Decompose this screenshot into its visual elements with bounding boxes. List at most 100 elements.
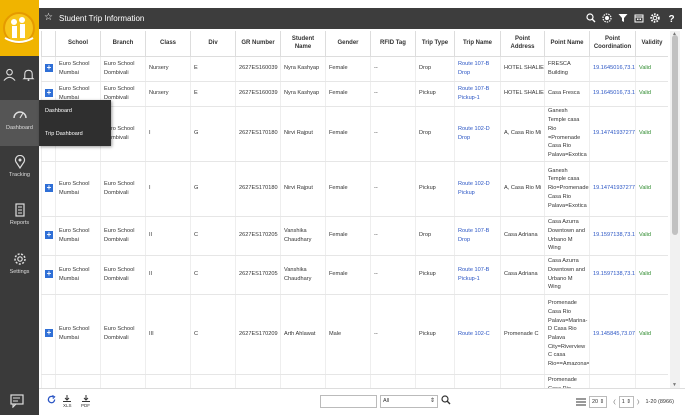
cell-coord: 19.1645016,73.11: [589, 56, 636, 82]
expand-row-icon[interactable]: +: [45, 88, 53, 97]
sidebar-item-label: Reports: [9, 220, 30, 226]
sidebar-item-settings[interactable]: Settings: [0, 252, 39, 288]
cell-class: Nursery: [145, 56, 191, 82]
feedback-icon[interactable]: [10, 394, 24, 410]
cell-branch: Euro School Dombivali: [100, 294, 146, 375]
cell-trip-name[interactable]: Route 102-D Drop: [454, 106, 501, 162]
title-bar: ☆ Student Trip Information ?: [39, 8, 682, 29]
column-header[interactable]: Validity: [635, 31, 668, 57]
prev-page-button[interactable]: 〈: [610, 398, 616, 406]
cell-school: Euro School Mumbai: [55, 294, 101, 375]
table-row[interactable]: +Euro School MumbaiEuro School Dombivali…: [41, 106, 668, 162]
cell-student: Nirvi Rajput: [280, 161, 326, 217]
cell-address: HOTEL SHALIE: [500, 56, 545, 82]
table-row[interactable]: +Euro School MumbaiEuro School Dombivali…: [41, 294, 668, 375]
column-header[interactable]: Trip Name: [454, 31, 501, 57]
cell-rfid: [370, 374, 416, 388]
gear-icon[interactable]: [650, 13, 660, 23]
search-button[interactable]: [441, 395, 451, 407]
next-page-button[interactable]: 〉: [637, 398, 643, 406]
column-header[interactable]: Student Name: [280, 31, 326, 57]
sidebar-item-reports[interactable]: Reports: [0, 203, 39, 239]
settings-cog-icon[interactable]: [602, 13, 612, 23]
cell-trip-name[interactable]: Route 102-C: [454, 294, 501, 375]
cell-rfid: --: [370, 294, 416, 375]
xls-label: XLS: [63, 403, 72, 408]
sidebar-item-dashboard[interactable]: Dashboard: [0, 100, 39, 146]
column-header[interactable]: Point Name: [544, 31, 590, 57]
column-header[interactable]: GR Number: [235, 31, 281, 57]
refresh-icon[interactable]: [47, 394, 56, 405]
cell-branch: Euro School Dombivali: [100, 161, 146, 217]
notification-bell-icon[interactable]: [22, 68, 42, 88]
cell-gr: 2627ES170180: [235, 161, 281, 217]
cell-trip-name[interactable]: Route 107-B Pickup-1: [454, 81, 501, 107]
dashboard-flyout-menu: Dashboard Trip Dashboard: [39, 100, 111, 146]
table-row[interactable]: Promenade Casa Rio: [41, 374, 668, 388]
column-header[interactable]: Div: [190, 31, 236, 57]
column-header[interactable]: Point Address: [500, 31, 545, 57]
cell-trip-name[interactable]: Route 102-D Pickup: [454, 161, 501, 217]
search-input[interactable]: [320, 395, 377, 408]
cell-address: Casa Adriana: [500, 216, 545, 256]
cell-validity: Valid: [635, 106, 668, 162]
table-footer: XLS PDF All ⇕ 20 ⇕ 〈 1 ⇕ 〉 1-20 (8966): [39, 388, 685, 415]
cell-trip-name[interactable]: Route 107-B Drop: [454, 56, 501, 82]
expand-row-icon[interactable]: +: [45, 269, 53, 278]
cell-gr: 2627ES160039: [235, 81, 281, 107]
calendar-icon[interactable]: [634, 13, 644, 23]
cell-coord: 19.1597138,73.11: [589, 255, 636, 295]
help-icon[interactable]: ?: [666, 13, 676, 23]
column-header[interactable]: School: [55, 31, 101, 57]
favorite-star-icon[interactable]: ☆: [44, 12, 53, 23]
cell-rfid: --: [370, 81, 416, 107]
expand-row-icon[interactable]: +: [45, 63, 53, 72]
table-row[interactable]: +Euro School MumbaiEuro School Dombivali…: [41, 161, 668, 217]
filter-select[interactable]: All ⇕: [380, 395, 438, 408]
column-header[interactable]: Point Coordination: [589, 31, 636, 57]
column-header[interactable]: Branch: [100, 31, 146, 57]
export-pdf-button[interactable]: PDF: [81, 395, 90, 408]
menu-item-trip-dashboard[interactable]: Trip Dashboard: [39, 123, 111, 146]
cell-gender: Female: [325, 255, 371, 295]
cell-gr: 2627ES170205: [235, 216, 281, 256]
page-number-select[interactable]: 1 ⇕: [618, 396, 634, 408]
cell-student: Vanshika Chaudhary: [280, 255, 326, 295]
menu-item-dashboard[interactable]: Dashboard: [39, 100, 111, 123]
column-header[interactable]: Trip Type: [415, 31, 455, 57]
vertical-scrollbar[interactable]: ▲ ▼: [670, 31, 680, 388]
cell-trip-name[interactable]: Route 107-B Drop: [454, 216, 501, 256]
cell-address: A, Casa Rio Mi: [500, 106, 545, 162]
cell-student: [280, 374, 326, 388]
sidebar-item-label: Tracking: [9, 172, 30, 178]
page-size-select[interactable]: 20 ⇕: [589, 396, 608, 408]
expand-row-icon[interactable]: +: [45, 230, 53, 239]
cell-point-name: Casa Fresca: [544, 81, 590, 107]
cell-coord: [589, 374, 636, 388]
column-header[interactable]: RFID Tag: [370, 31, 416, 57]
column-header[interactable]: Gender: [325, 31, 371, 57]
cell-trip-name[interactable]: Route 107-B Pickup-1: [454, 255, 501, 295]
expand-row-icon[interactable]: +: [45, 183, 53, 192]
sidebar-item-tracking[interactable]: Tracking: [0, 155, 39, 191]
export-xls-button[interactable]: XLS: [63, 395, 72, 408]
column-header[interactable]: Class: [145, 31, 191, 57]
cell-rfid: --: [370, 106, 416, 162]
cell-student: Arth Ahlawat: [280, 294, 326, 375]
sidebar: Dashboard Tracking Reports Settings: [0, 0, 39, 415]
scrollbar-thumb[interactable]: [672, 35, 678, 235]
cell-trip-type: Pickup: [415, 81, 455, 107]
cell-validity: [635, 374, 668, 388]
table-row[interactable]: +Euro School MumbaiEuro School Dombivali…: [41, 255, 668, 295]
filter-icon[interactable]: [618, 13, 628, 23]
cell-school: Euro School Mumbai: [55, 56, 101, 82]
search-icon[interactable]: [586, 13, 596, 23]
expand-row-icon[interactable]: +: [45, 329, 53, 338]
table-row[interactable]: +Euro School MumbaiEuro School Dombivali…: [41, 81, 668, 107]
user-profile-icon[interactable]: [3, 68, 23, 88]
table-row[interactable]: +Euro School MumbaiEuro School Dombivali…: [41, 216, 668, 256]
cell-trip-name[interactable]: [454, 374, 501, 388]
cell-rfid: --: [370, 255, 416, 295]
school-logo-icon: [3, 12, 35, 44]
table-row[interactable]: +Euro School MumbaiEuro School Dombivali…: [41, 56, 668, 82]
